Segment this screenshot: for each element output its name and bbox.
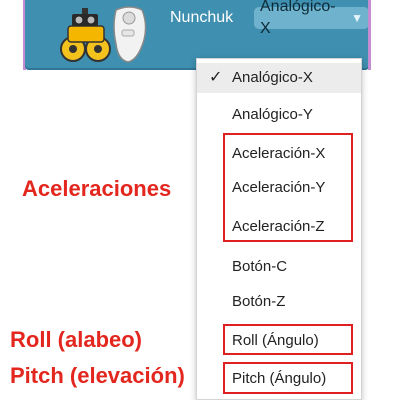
- highlight-box-accelerations: [223, 133, 353, 242]
- block-edge-right: [368, 0, 371, 70]
- menu-item-boton-z[interactable]: Botón-Z: [197, 287, 361, 317]
- highlight-box-pitch: [223, 362, 353, 394]
- highlight-box-roll: [223, 324, 353, 355]
- block-label: Nunchuk: [170, 9, 234, 26]
- input-dropdown[interactable]: Analógico-X ▼: [254, 0, 369, 37]
- annotation-pitch: Pitch (elevación): [10, 363, 185, 388]
- menu-item-label: Botón-C: [232, 258, 288, 275]
- dropdown-arrow-icon: ▼: [351, 11, 363, 25]
- menu-item-label: Analógico-Y: [232, 106, 313, 123]
- menu-item-label: Botón-Z: [232, 293, 286, 310]
- menu-item-label: Analógico-X: [232, 69, 313, 86]
- menu-item-analogico-x[interactable]: ✓ Analógico-X: [197, 63, 361, 93]
- menu-item-boton-c[interactable]: Botón-C: [197, 252, 361, 282]
- nunchuk-controller-icon: [113, 6, 147, 63]
- menu-item-analogico-y[interactable]: Analógico-Y: [197, 100, 361, 130]
- robot-car-icon: [60, 6, 147, 63]
- annotation-accelerations: Aceleraciones: [22, 176, 172, 201]
- dropdown-value: Analógico-X: [260, 0, 336, 37]
- checkmark-icon: ✓: [209, 69, 223, 86]
- robot-body-icon: [67, 25, 105, 43]
- annotation-roll: Roll (alabeo): [10, 327, 143, 352]
